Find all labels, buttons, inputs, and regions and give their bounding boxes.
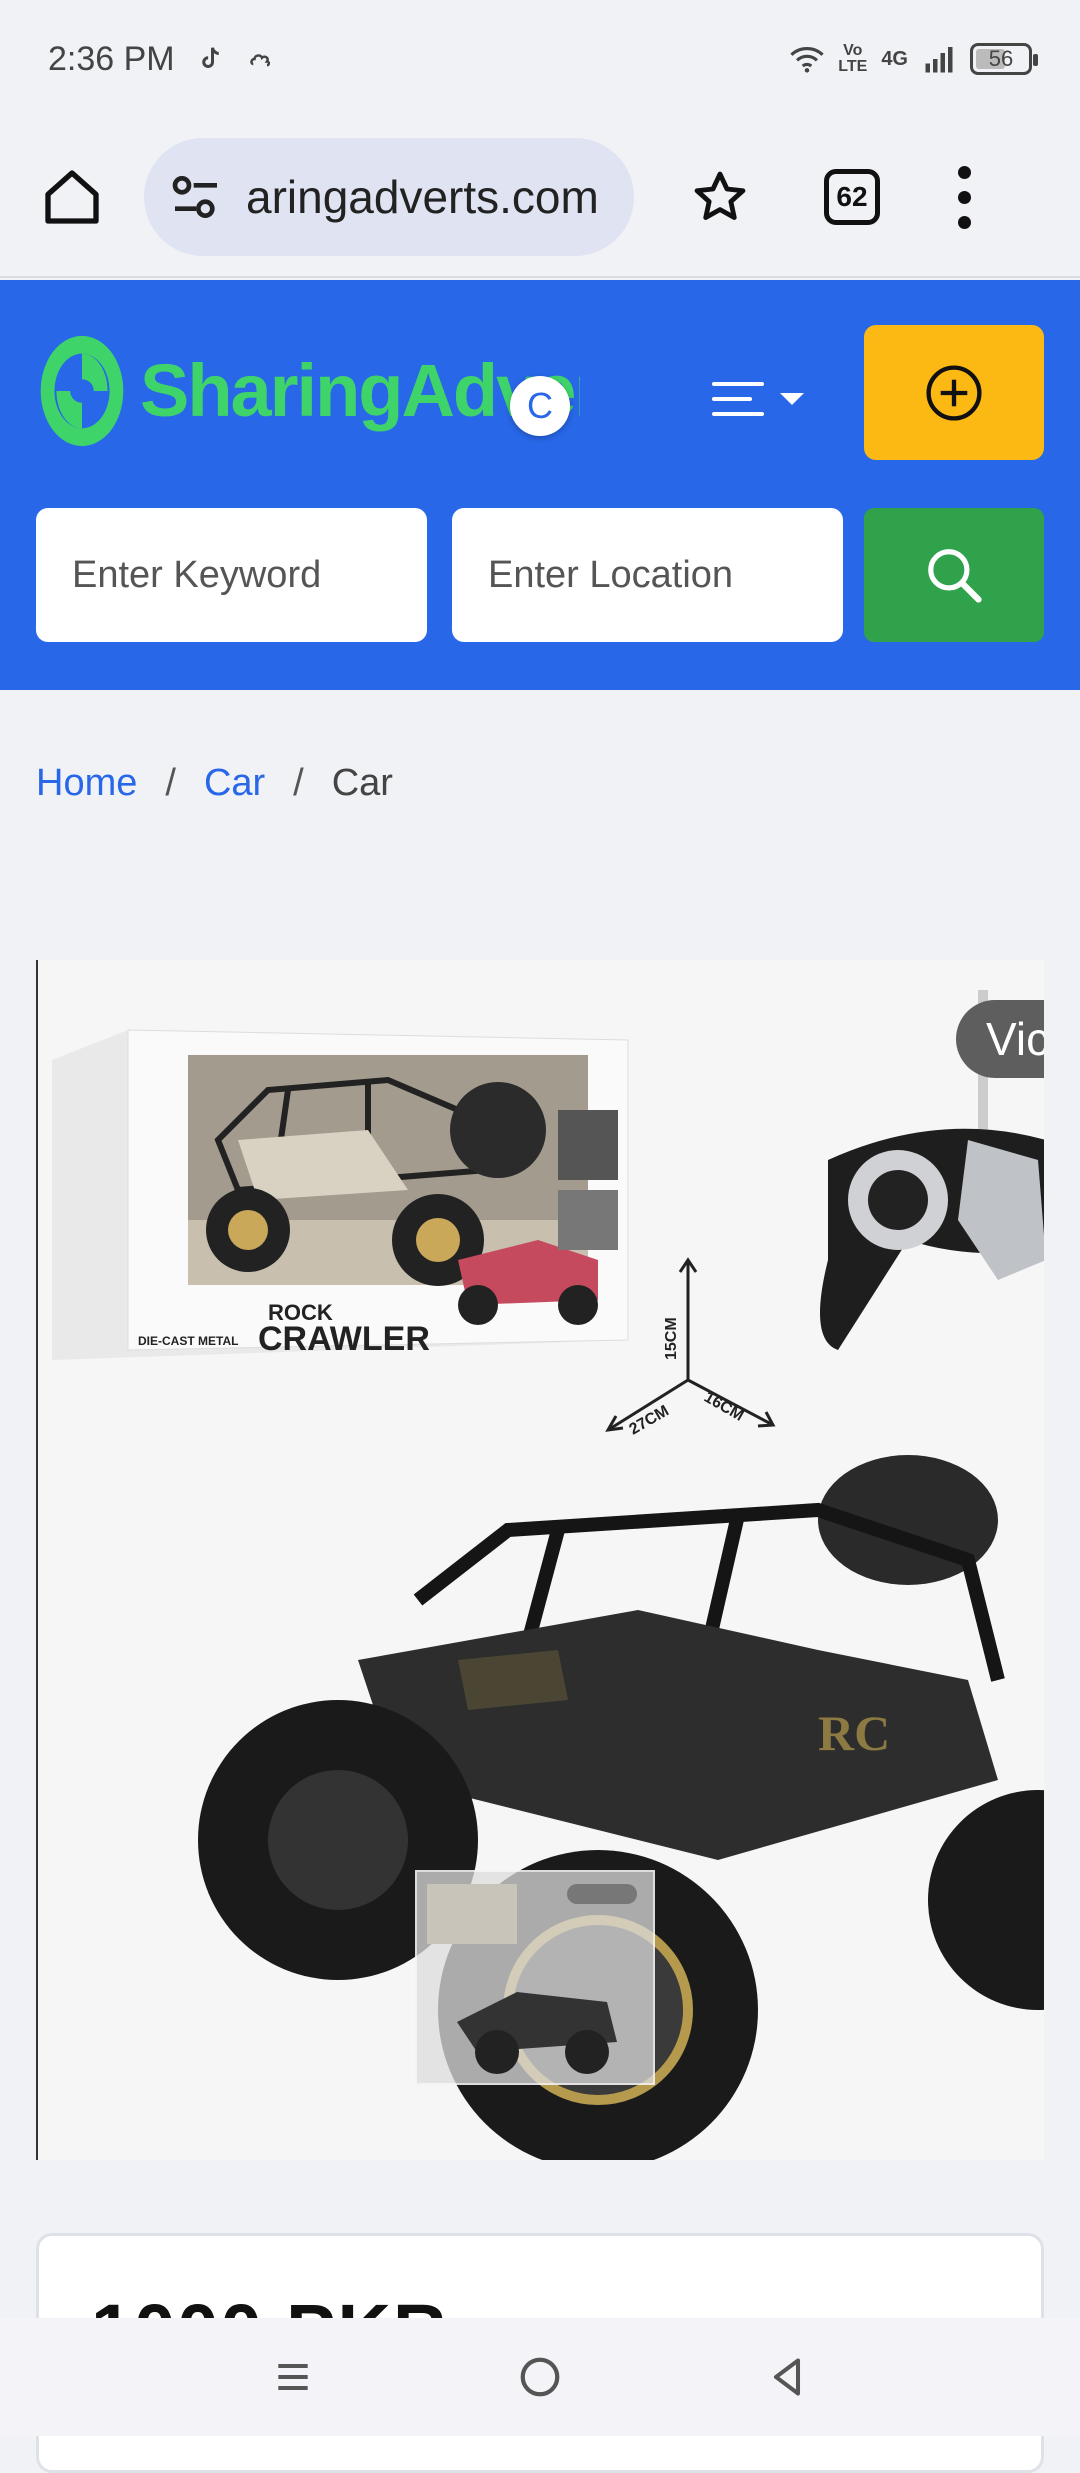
video-button[interactable]: Vic (956, 1000, 1044, 1078)
breadcrumb-category[interactable]: Car (204, 762, 265, 805)
back-icon (773, 2358, 800, 2396)
search-icon (928, 549, 982, 603)
browser-toolbar: aringadverts.com 62 (0, 118, 1080, 278)
url-text: aringadverts.com (246, 171, 599, 223)
tiktok-icon (193, 42, 227, 76)
thumbnail-image (427, 1884, 637, 2074)
tab-count: 62 (836, 181, 868, 212)
system-nav-bar (0, 2318, 1080, 2436)
breadcrumb: Home / Car / Car (36, 762, 393, 805)
breadcrumb-current: Car (331, 762, 393, 804)
menu-icon (712, 382, 764, 416)
search-button[interactable] (864, 508, 1044, 642)
logo-icon (40, 335, 124, 447)
bookmark-button[interactable] (684, 161, 756, 233)
star-icon (694, 171, 746, 220)
battery-icon: 56 (970, 43, 1038, 75)
dimension-height: 15CM (663, 1317, 680, 1360)
back-button[interactable] (757, 2347, 817, 2407)
volte-indicator: Vo LTE (838, 42, 868, 75)
plus-circle-icon (926, 364, 982, 421)
site-settings-icon[interactable] (168, 169, 224, 225)
more-icon-dot (957, 165, 971, 179)
cloud-icon (245, 42, 279, 76)
more-icon-dot (957, 190, 971, 204)
status-bar: 2:36 PM Vo LTE 4G 56 (0, 0, 1080, 118)
address-bar[interactable]: aringadverts.com (144, 138, 634, 256)
wifi-icon (790, 42, 824, 76)
floating-c-badge[interactable]: C (510, 376, 570, 436)
signal-icon (922, 42, 956, 76)
breadcrumb-home[interactable]: Home (36, 762, 137, 805)
network-type: 4G (881, 47, 908, 70)
breadcrumb-separator: / (165, 762, 176, 804)
chevron-down-icon (780, 393, 804, 405)
box-badge: DIE-CAST METAL (138, 1334, 238, 1348)
recent-apps-button[interactable] (263, 2347, 323, 2407)
product-image-gallery[interactable]: ROCK CRAWLER DIE-CAST METAL 15CM 16CM 27… (36, 960, 1044, 2160)
battery-level: 56 (988, 46, 1014, 71)
post-ad-button[interactable] (864, 325, 1044, 460)
home-circle-icon (520, 2357, 560, 2397)
home-button[interactable] (36, 161, 108, 233)
status-time: 2:36 PM (48, 39, 175, 78)
breadcrumb-separator: / (293, 762, 304, 804)
location-input[interactable]: Enter Location (452, 508, 843, 642)
tabs-button[interactable]: 62 (824, 169, 880, 225)
keyword-input[interactable]: Enter Keyword (36, 508, 427, 642)
site-logo[interactable]: SharingAdverts (38, 332, 580, 450)
home-icon (45, 170, 99, 224)
recents-icon (278, 2363, 308, 2391)
product-box-image: ROCK CRAWLER DIE-CAST METAL (52, 1029, 629, 1360)
home-nav-button[interactable] (510, 2347, 570, 2407)
gallery-thumbnail[interactable] (415, 1870, 655, 2085)
more-menu-button[interactable] (952, 165, 976, 229)
box-text-2: CRAWLER (258, 1320, 430, 1358)
site-header: SharingAdverts C Enter Keyword Enter Loc… (0, 280, 1080, 690)
nav-menu-toggle[interactable] (712, 368, 822, 430)
car-badge: RC (818, 1705, 890, 1761)
more-icon-dot (957, 215, 971, 229)
